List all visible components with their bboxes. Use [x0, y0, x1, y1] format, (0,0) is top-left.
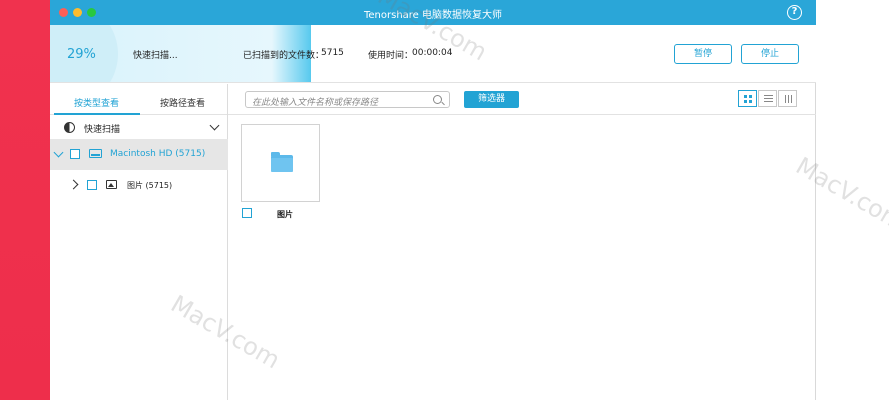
folder-icon: [271, 152, 293, 172]
scan-progress-header: 29% 快速扫描... 已扫描到的文件数： 5715 使用时间： 00:00:0…: [50, 25, 816, 83]
desktop-background-left: [0, 0, 50, 400]
folder-pictures-checkbox[interactable]: [242, 208, 252, 218]
elapsed-time-value: 00:00:04: [412, 48, 453, 58]
grid-view-button[interactable]: [738, 90, 757, 107]
progress-percent: 29%: [67, 47, 96, 62]
pause-button[interactable]: 暂停: [674, 44, 732, 64]
scan-status-text: 快速扫描...: [133, 51, 178, 61]
column-view-button[interactable]: [778, 90, 797, 107]
search-input[interactable]: 在此处输入文件名称或保存路径: [245, 91, 450, 108]
folder-pictures-label: 图片: [277, 210, 293, 219]
tree-item-pictures[interactable]: 图片 (5715): [50, 170, 228, 200]
pictures-checkbox[interactable]: [87, 180, 97, 190]
tab-by-path[interactable]: 按路径查看: [160, 96, 205, 109]
files-scanned-count: 5715: [321, 48, 344, 58]
folder-card-pictures[interactable]: [241, 124, 320, 202]
desktop-background-right: [816, 0, 889, 400]
main-toolbar: 在此处输入文件名称或保存路径 筛选器: [228, 84, 816, 115]
app-title: Tenorshare 电脑数据恢复大师: [363, 10, 503, 21]
search-icon[interactable]: [433, 95, 442, 104]
filter-button[interactable]: 筛选器: [464, 91, 519, 108]
pictures-label: 图片 (5715): [127, 181, 173, 190]
chevron-down-icon[interactable]: [53, 147, 64, 158]
search-placeholder: 在此处输入文件名称或保存路径: [252, 98, 379, 108]
tree-item-macintosh-hd[interactable]: Macintosh HD (5715): [50, 139, 228, 170]
hard-drive-icon: [89, 149, 102, 158]
macintosh-hd-label: Macintosh HD (5715): [110, 149, 206, 159]
elapsed-time-label: 使用时间：: [368, 51, 414, 61]
sidebar: 按类型查看 按路径查看 快速扫描 Macintosh HD (5715) 图片 …: [50, 84, 228, 400]
macintosh-hd-checkbox[interactable]: [70, 149, 80, 159]
title-bar: Tenorshare 电脑数据恢复大师 ?: [50, 0, 816, 25]
app-window: Tenorshare 电脑数据恢复大师 ? 29% 快速扫描... 已扫描到的文…: [50, 0, 816, 400]
tab-by-type[interactable]: 按类型查看: [74, 96, 119, 109]
file-grid: 图片: [228, 116, 816, 400]
quick-scan-label: 快速扫描: [84, 125, 121, 135]
image-icon: [106, 180, 117, 189]
view-tabs: 按类型查看 按路径查看: [50, 84, 227, 115]
chevron-down-icon[interactable]: [209, 120, 220, 131]
help-icon[interactable]: ?: [787, 5, 802, 20]
files-scanned-label: 已扫描到的文件数：: [243, 51, 325, 61]
list-view-button[interactable]: [758, 90, 777, 107]
stop-button[interactable]: 停止: [741, 44, 799, 64]
chevron-right-icon[interactable]: [68, 179, 79, 190]
half-circle-icon: [64, 122, 75, 133]
